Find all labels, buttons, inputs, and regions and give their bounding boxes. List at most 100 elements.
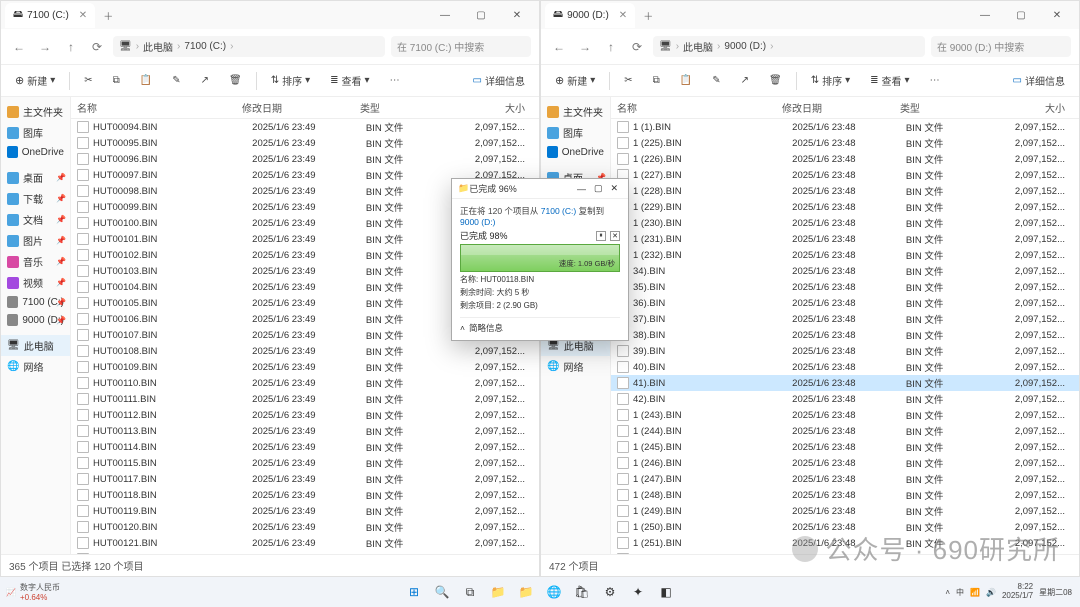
edge-icon[interactable]: 🌐: [543, 581, 565, 603]
file-row[interactable]: 35).BIN2025/1/6 23:48BIN 文件2,097,152...: [611, 279, 1079, 295]
file-row[interactable]: 1 (244).BIN2025/1/6 23:48BIN 文件2,097,152…: [611, 423, 1079, 439]
more-button[interactable]: ⋯: [384, 72, 406, 89]
crumb-pc[interactable]: 此电脑: [683, 39, 713, 54]
file-row[interactable]: 42).BIN2025/1/6 23:48BIN 文件2,097,152...: [611, 391, 1079, 407]
fewer-details-toggle[interactable]: ˄简略信息: [460, 317, 620, 334]
refresh-button[interactable]: ⟳: [627, 37, 647, 57]
file-row[interactable]: 34).BIN2025/1/6 23:48BIN 文件2,097,152...: [611, 263, 1079, 279]
col-type[interactable]: 类型: [900, 100, 971, 115]
cut-button[interactable]: ✂: [78, 72, 98, 89]
file-row[interactable]: 1 (247).BIN2025/1/6 23:48BIN 文件2,097,152…: [611, 471, 1079, 487]
store-icon[interactable]: 🛍: [571, 581, 593, 603]
file-row[interactable]: 1 (249).BIN2025/1/6 23:48BIN 文件2,097,152…: [611, 503, 1079, 519]
file-row[interactable]: 1 (226).BIN2025/1/6 23:48BIN 文件2,097,152…: [611, 151, 1079, 167]
file-row[interactable]: HUT00117.BIN2025/1/6 23:49BIN 文件2,097,15…: [71, 471, 539, 487]
search-button[interactable]: 🔍: [431, 581, 453, 603]
file-row[interactable]: HUT00096.BIN2025/1/6 23:49BIN 文件2,097,15…: [71, 151, 539, 167]
file-row[interactable]: HUT00112.BIN2025/1/6 23:49BIN 文件2,097,15…: [71, 407, 539, 423]
copy-progress-dialog[interactable]: 📁 已完成 96% — ▢ ✕ 正在将 120 个项目从 7100 (C:) 复…: [451, 178, 629, 341]
sidebar-item[interactable]: 7100 (C:)📌: [1, 293, 70, 311]
sidebar-item[interactable]: 下载📌: [1, 188, 70, 209]
details-pane-button[interactable]: ▭详细信息: [467, 70, 531, 91]
file-row[interactable]: HUT00114.BIN2025/1/6 23:49BIN 文件2,097,15…: [71, 439, 539, 455]
view-button[interactable]: ≣查看▾: [324, 70, 375, 91]
clock[interactable]: 8:22 2025/1/7: [1002, 583, 1033, 601]
file-row[interactable]: 1 (243).BIN2025/1/6 23:48BIN 文件2,097,152…: [611, 407, 1079, 423]
file-row[interactable]: HUT00108.BIN2025/1/6 23:49BIN 文件2,097,15…: [71, 343, 539, 359]
col-type[interactable]: 类型: [360, 100, 431, 115]
file-row[interactable]: 38).BIN2025/1/6 23:48BIN 文件2,097,152...: [611, 327, 1079, 343]
file-row[interactable]: 1 (227).BIN2025/1/6 23:48BIN 文件2,097,152…: [611, 167, 1079, 183]
more-button[interactable]: ⋯: [924, 72, 946, 89]
sidebar-item[interactable]: 主文件夹: [541, 101, 610, 122]
pause-button[interactable]: ⏸: [596, 231, 606, 241]
copy-button[interactable]: ⧉: [107, 72, 126, 89]
file-row[interactable]: HUT00095.BIN2025/1/6 23:49BIN 文件2,097,15…: [71, 135, 539, 151]
refresh-button[interactable]: ⟳: [87, 37, 107, 57]
paste-button[interactable]: 📋: [134, 72, 158, 89]
file-row[interactable]: 41).BIN2025/1/6 23:48BIN 文件2,097,152...: [611, 375, 1079, 391]
sidebar-item[interactable]: 图库: [1, 122, 70, 143]
file-row[interactable]: HUT00113.BIN2025/1/6 23:49BIN 文件2,097,15…: [71, 423, 539, 439]
rename-button[interactable]: ✎: [706, 72, 726, 89]
crumb-drive[interactable]: 9000 (D:): [724, 41, 766, 52]
file-row[interactable]: HUT00115.BIN2025/1/6 23:49BIN 文件2,097,15…: [71, 455, 539, 471]
file-row[interactable]: 1 (228).BIN2025/1/6 23:48BIN 文件2,097,152…: [611, 183, 1079, 199]
app-icon-2[interactable]: ◧: [655, 581, 677, 603]
details-pane-button[interactable]: ▭详细信息: [1007, 70, 1071, 91]
crumb-drive[interactable]: 7100 (C:): [184, 41, 226, 52]
paste-button[interactable]: 📋: [674, 72, 698, 89]
file-row[interactable]: 1 (250).BIN2025/1/6 23:48BIN 文件2,097,152…: [611, 519, 1079, 535]
sidebar-item[interactable]: 9000 (D:)📌: [1, 311, 70, 329]
delete-button[interactable]: 🗑: [223, 72, 248, 89]
column-headers[interactable]: 名称 修改日期 类型 大小: [611, 97, 1079, 119]
col-date[interactable]: 修改日期: [242, 100, 360, 115]
close-tab-icon[interactable]: ✕: [619, 10, 627, 21]
file-row[interactable]: 40).BIN2025/1/6 23:48BIN 文件2,097,152...: [611, 359, 1079, 375]
sidebar-item[interactable]: 图库: [541, 122, 610, 143]
sidebar-item[interactable]: 🌐网络: [541, 356, 610, 377]
volume-icon[interactable]: 🔊: [986, 588, 996, 597]
file-row[interactable]: 1 (245).BIN2025/1/6 23:48BIN 文件2,097,152…: [611, 439, 1079, 455]
col-size[interactable]: 大小: [971, 100, 1073, 115]
search-input[interactable]: 在 7100 (C:) 中搜索: [391, 36, 531, 57]
explorer-taskbar-icon[interactable]: 📁: [487, 581, 509, 603]
col-date[interactable]: 修改日期: [782, 100, 900, 115]
forward-button[interactable]: →: [575, 37, 595, 57]
minimize-button[interactable]: —: [967, 1, 1003, 29]
close-button[interactable]: ✕: [1039, 1, 1075, 29]
close-button[interactable]: ✕: [499, 1, 535, 29]
file-row[interactable]: 1 (246).BIN2025/1/6 23:48BIN 文件2,097,152…: [611, 455, 1079, 471]
app-icon[interactable]: ✦: [627, 581, 649, 603]
maximize-button[interactable]: ▢: [463, 1, 499, 29]
maximize-icon[interactable]: ▢: [590, 183, 607, 194]
copy-button[interactable]: ⧉: [647, 72, 666, 89]
sidebar-item[interactable]: 主文件夹: [1, 101, 70, 122]
close-tab-icon[interactable]: ✕: [79, 10, 87, 21]
file-row[interactable]: HUT00120.BIN2025/1/6 23:49BIN 文件2,097,15…: [71, 519, 539, 535]
file-row[interactable]: 1 (251).BIN2025/1/6 23:48BIN 文件2,097,152…: [611, 535, 1079, 551]
notification-icon[interactable]: 星期二08: [1039, 587, 1072, 598]
col-name[interactable]: 名称: [77, 100, 242, 115]
sidebar-item[interactable]: OneDrive: [1, 143, 70, 161]
up-button[interactable]: ↑: [61, 37, 81, 57]
file-row[interactable]: 37).BIN2025/1/6 23:48BIN 文件2,097,152...: [611, 311, 1079, 327]
col-name[interactable]: 名称: [617, 100, 782, 115]
maximize-button[interactable]: ▢: [1003, 1, 1039, 29]
file-row[interactable]: 1 (230).BIN2025/1/6 23:48BIN 文件2,097,152…: [611, 215, 1079, 231]
file-row[interactable]: 1 (229).BIN2025/1/6 23:48BIN 文件2,097,152…: [611, 199, 1079, 215]
wifi-icon[interactable]: 📶: [970, 588, 980, 597]
minimize-icon[interactable]: —: [573, 184, 590, 194]
new-tab-button[interactable]: ＋: [635, 4, 661, 27]
sidebar-item[interactable]: 视频📌: [1, 272, 70, 293]
breadcrumb[interactable]: 🖥 › 此电脑 › 7100 (C:) ›: [113, 36, 385, 57]
ime-icon[interactable]: 中: [956, 587, 964, 598]
forward-button[interactable]: →: [35, 37, 55, 57]
new-button[interactable]: ⊕新建▾: [549, 70, 601, 91]
sidebar-item[interactable]: 🖥此电脑: [1, 335, 70, 356]
tab-active[interactable]: 🖴 7100 (C:) ✕: [5, 3, 95, 28]
file-row[interactable]: 1 (1).BIN2025/1/6 23:48BIN 文件2,097,152..…: [611, 119, 1079, 135]
file-row[interactable]: 1 (248).BIN2025/1/6 23:48BIN 文件2,097,152…: [611, 487, 1079, 503]
breadcrumb[interactable]: 🖥 › 此电脑 › 9000 (D:) ›: [653, 36, 925, 57]
file-row[interactable]: 1 (231).BIN2025/1/6 23:48BIN 文件2,097,152…: [611, 231, 1079, 247]
